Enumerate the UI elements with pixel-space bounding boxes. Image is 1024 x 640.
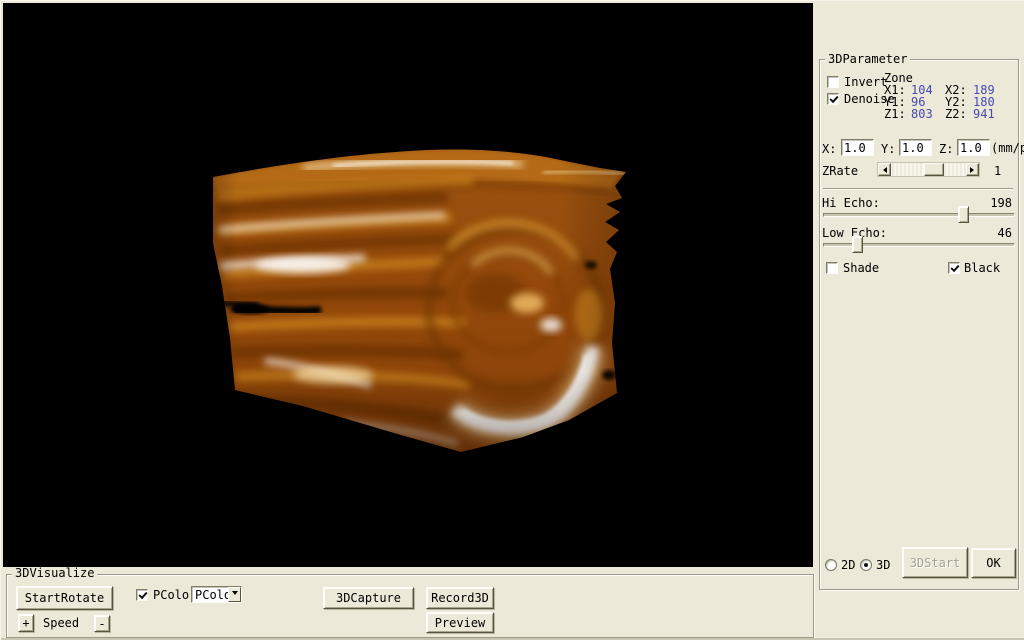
start-3d-button[interactable]: 3DStart [902,547,968,578]
chevron-down-icon [232,591,238,598]
zone-z2-value: 941 [973,107,995,121]
shade-checkbox[interactable] [826,262,838,274]
shade-label: Shade [843,261,879,275]
render-viewport[interactable] [3,3,813,567]
scale-z-input[interactable] [957,139,990,156]
black-checkbox[interactable] [948,262,960,274]
low-echo-value: 46 [998,226,1012,240]
zone-z1-label: Z1: [884,107,906,121]
volume-render-3d [3,3,813,567]
record-3d-button[interactable]: Record3D [426,587,494,609]
hi-echo-value: 198 [990,196,1012,210]
pcolor-dropdown-button[interactable] [228,587,241,602]
pcolor-dropdown[interactable]: PColor [191,586,242,603]
pcolor-label: PColor [153,588,196,602]
zrate-scroll-right-button[interactable] [966,163,979,176]
visualize-group-title: 3DVisualize [12,567,97,580]
scale-x-label: X: [822,142,836,156]
hi-echo-label: Hi Echo: [822,196,880,210]
separator [823,188,1013,190]
scroll-left-arrow-icon [880,167,887,173]
mode-2d-label: 2D [841,558,855,572]
invert-label: Invert [844,75,887,89]
preview-button[interactable]: Preview [426,612,494,633]
hi-echo-slider-thumb[interactable] [958,206,969,223]
zrate-scroll-thumb[interactable] [924,163,944,176]
scale-y-input[interactable] [899,139,932,156]
parameter-group-title: 3DParameter [825,53,910,66]
checkmark-icon [138,590,147,599]
mode-2d-radio[interactable] [825,559,837,571]
speed-label: Speed [43,616,79,630]
checkmark-icon [950,263,959,272]
hi-echo-slider-track[interactable] [823,213,1015,217]
checkmark-icon [829,94,838,103]
zrate-scrollbar[interactable] [877,162,980,177]
zrate-scroll-left-button[interactable] [878,163,891,176]
scroll-right-arrow-icon [970,167,977,173]
zrate-label: ZRate [822,164,858,178]
scale-unit-label: (mm/p) [991,141,1024,155]
speed-minus-button[interactable]: - [94,615,110,632]
denoise-checkbox[interactable] [827,93,839,105]
zone-z2-label: Z2: [945,107,967,121]
mode-3d-radio[interactable] [860,559,872,571]
zrate-value: 1 [994,164,1001,178]
pcolor-checkbox[interactable] [136,589,148,601]
scale-y-label: Y: [881,142,895,156]
ok-button[interactable]: OK [971,548,1016,578]
app-window: 3DParameter Invert Denoise Zone X1: 104 … [0,0,1024,640]
start-rotate-button[interactable]: StartRotate [16,586,113,610]
black-label: Black [964,261,1000,275]
scale-z-label: Z: [939,142,953,156]
radio-dot-icon [864,563,868,567]
mode-3d-label: 3D [876,558,890,572]
speed-plus-button[interactable]: + [18,614,34,632]
low-echo-slider-thumb[interactable] [852,236,863,253]
zone-z1-value: 803 [911,107,933,121]
invert-checkbox[interactable] [827,76,839,88]
capture-3d-button[interactable]: 3DCapture [323,587,414,609]
scale-x-input[interactable] [841,139,874,156]
